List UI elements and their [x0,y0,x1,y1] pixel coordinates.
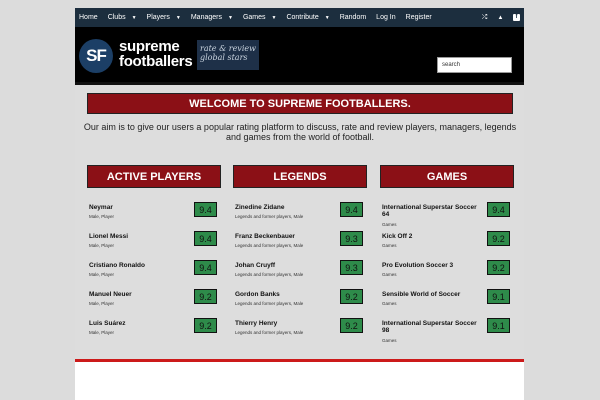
nav-login[interactable]: Log In [376,14,395,21]
item-category: Male, Player [89,243,115,248]
shuffle-icon[interactable]: ⤮ [481,14,488,22]
rating-badge: 9.2 [340,289,363,304]
list-item[interactable]: Thierry Henry Legends and former players,… [233,318,367,347]
list-item[interactable]: Zinedine Zidane Legends and former player… [233,202,367,231]
rating-badge: 9.2 [194,289,217,304]
nav-random[interactable]: Random [340,14,366,21]
rating-badge: 9.1 [487,289,510,304]
rating-badge: 9.1 [487,318,510,333]
facebook-icon[interactable]: f [513,14,520,21]
item-name[interactable]: Gordon Banks [235,291,335,298]
column-heading[interactable]: ACTIVE PLAYERS [87,165,221,188]
welcome-banner: WELCOME TO SUPREME FOOTBALLERS. [87,93,513,114]
item-category: Games [382,272,397,277]
rating-badge: 9.2 [487,260,510,275]
item-name[interactable]: Cristiano Ronaldo [89,262,189,269]
column-heading[interactable]: GAMES [380,165,514,188]
nav-contribute[interactable]: Contribute ▼ [286,14,329,21]
item-category: Legends and former players, Male [235,330,304,335]
rating-badge: 9.2 [487,231,510,246]
caret-down-icon: ▼ [131,14,137,21]
item-name[interactable]: Johan Cruyff [235,262,335,269]
rating-badge: 9.4 [487,202,510,217]
logo-tagline: rate & review global stars [197,40,259,70]
list-item[interactable]: Pro Evolution Soccer 3 Games 9.2 [380,260,514,289]
item-category: Legends and former players, Male [235,243,304,248]
item-name[interactable]: International Superstar Soccer 64 [382,204,482,218]
rating-badge: 9.2 [340,318,363,333]
site-header: SF supreme footballers rate & review glo… [75,27,524,85]
top-nav: Home Clubs ▼ Players ▼ Managers ▼ Games ▼ Co… [75,8,524,27]
item-name[interactable]: Luis Suárez [89,320,189,327]
item-name[interactable]: Manuel Neuer [89,291,189,298]
item-category: Legends and former players, Male [235,214,304,219]
nav-managers[interactable]: Managers ▼ [191,14,233,21]
search-input[interactable]: search [437,57,512,73]
item-name[interactable]: Thierry Henry [235,320,335,327]
item-name[interactable]: Zinedine Zidane [235,204,335,211]
column-2: GAMES International Superstar Soccer 64 Ga… [380,165,514,347]
rating-badge: 9.4 [194,260,217,275]
list-item[interactable]: Lionel Messi Male, Player 9.4 [87,231,221,260]
item-category: Games [382,243,397,248]
item-category: Legends and former players, Male [235,272,304,277]
caret-down-icon: ▼ [271,14,277,21]
list-item[interactable]: Luis Suárez Male, Player 9.2 [87,318,221,347]
caret-down-icon: ▼ [324,14,330,21]
item-category: Male, Player [89,214,115,219]
footer [75,362,524,400]
list-item[interactable]: Cristiano Ronaldo Male, Player 9.4 [87,260,221,289]
list-item[interactable]: Sensible World of Soccer Games 9.1 [380,289,514,318]
item-name[interactable]: Sensible World of Soccer [382,291,482,298]
item-category: Male, Player [89,301,115,306]
nav-players[interactable]: Players ▼ [147,14,181,21]
list-item[interactable]: International Superstar Soccer 98 Games 9.… [380,318,514,347]
item-name[interactable]: Neymar [89,204,189,211]
caret-down-icon: ▼ [227,14,233,21]
rating-badge: 9.4 [194,231,217,246]
page: Home Clubs ▼ Players ▼ Managers ▼ Games ▼ Co… [75,8,524,400]
item-name[interactable]: Kick Off 2 [382,233,482,240]
item-category: Male, Player [89,330,115,335]
nav-home[interactable]: Home [79,14,98,21]
nav-games[interactable]: Games ▼ [243,14,277,21]
rating-badge: 9.4 [340,202,363,217]
rating-badge: 9.2 [194,318,217,333]
logo-badge[interactable]: SF [79,39,113,73]
aim-text: Our aim is to give our users a popular r… [83,122,517,142]
list-item[interactable]: Gordon Banks Legends and former players, … [233,289,367,318]
item-category: Legends and former players, Male [235,301,304,306]
item-category: Games [382,338,397,343]
nav-register[interactable]: Register [406,14,432,21]
list-item[interactable]: Neymar Male, Player 9.4 [87,202,221,231]
item-name[interactable]: Lionel Messi [89,233,189,240]
rating-badge: 9.3 [340,231,363,246]
column-0: ACTIVE PLAYERS Neymar Male, Player 9.4 Lione… [87,165,221,347]
caret-down-icon: ▼ [175,14,181,21]
item-name[interactable]: Franz Beckenbauer [235,233,335,240]
rating-badge: 9.4 [194,202,217,217]
list-item[interactable]: Kick Off 2 Games 9.2 [380,231,514,260]
nav-clubs[interactable]: Clubs ▼ [108,14,137,21]
item-category: Games [382,301,397,306]
list-item[interactable]: International Superstar Soccer 64 Games 9.… [380,202,514,231]
list-item[interactable]: Johan Cruyff Legends and former players, … [233,260,367,289]
item-category: Male, Player [89,272,115,277]
list-item[interactable]: Franz Beckenbauer Legends and former play… [233,231,367,260]
item-name[interactable]: Pro Evolution Soccer 3 [382,262,482,269]
item-category: Games [382,222,397,227]
column-heading[interactable]: LEGENDS [233,165,367,188]
social-icons: ⤮ ▲ f [472,8,520,27]
list-item[interactable]: Manuel Neuer Male, Player 9.2 [87,289,221,318]
twitter-icon[interactable]: ▲ [497,15,504,21]
logo-text[interactable]: supreme footballers [119,39,193,69]
rating-badge: 9.3 [340,260,363,275]
item-name[interactable]: International Superstar Soccer 98 [382,320,482,334]
column-1: LEGENDS Zinedine Zidane Legends and former… [233,165,367,347]
